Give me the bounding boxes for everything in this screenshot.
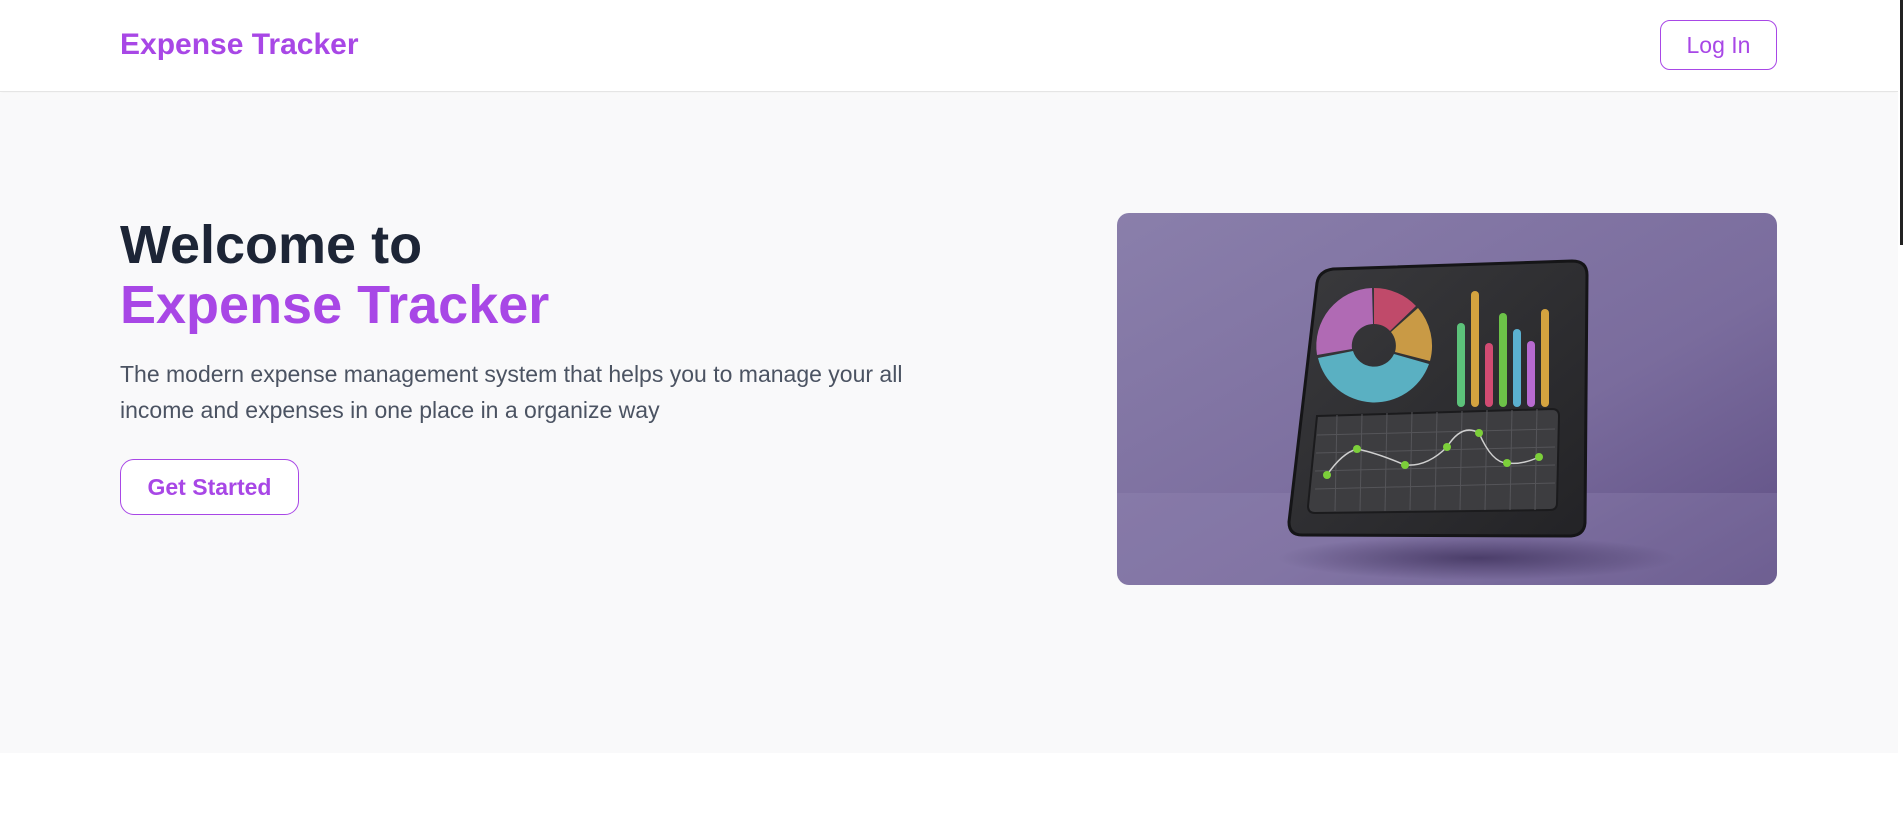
hero-heading-line1: Welcome to [120, 215, 423, 275]
hero-heading-line2: Expense Tracker [120, 275, 550, 335]
login-button[interactable]: Log In [1660, 20, 1777, 70]
page-scrollbar[interactable] [1898, 0, 1903, 822]
dashboard-illustration-icon [1117, 213, 1777, 585]
top-navbar: Expense Tracker Log In [0, 0, 1898, 92]
hero-heading: Welcome to Expense Tracker [120, 215, 549, 335]
hero-subtitle: The modern expense management system tha… [120, 361, 903, 423]
dashboard-illustration [1117, 213, 1777, 585]
get-started-button[interactable]: Get Started [120, 459, 299, 515]
brand-logo-text[interactable]: Expense Tracker [120, 28, 359, 62]
